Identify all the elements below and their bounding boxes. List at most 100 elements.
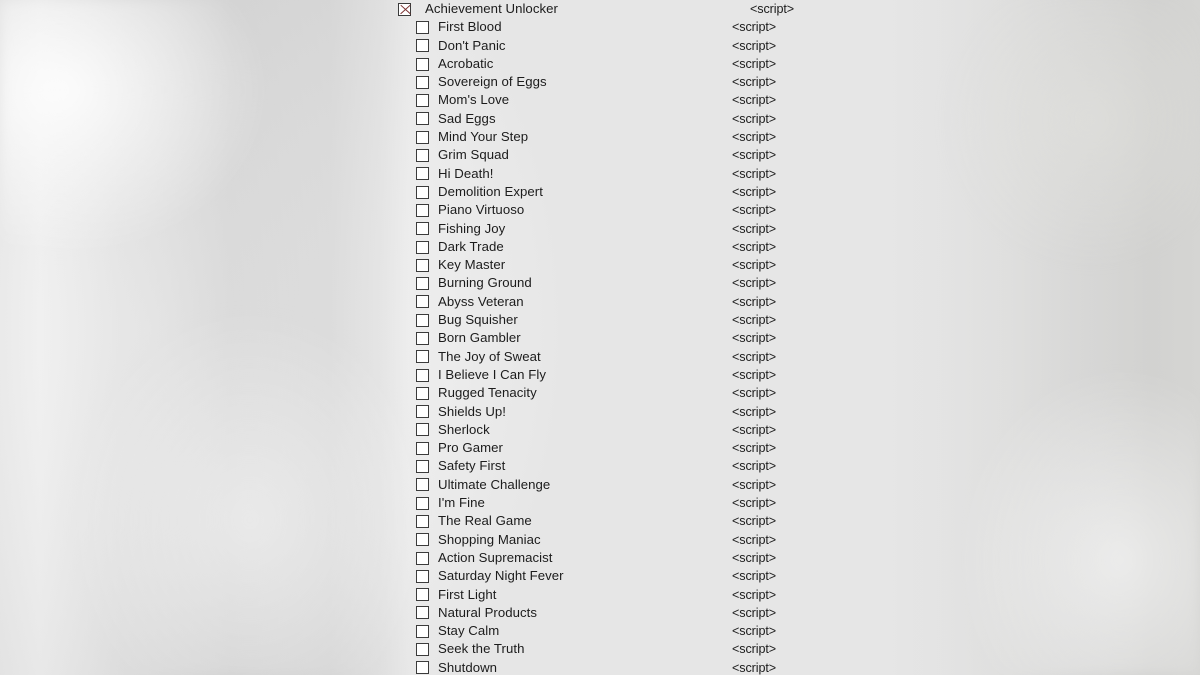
script-value[interactable]: <script> (732, 586, 776, 604)
tree-row-item[interactable]: The Real Game <script> (398, 512, 818, 530)
checkbox-unchecked-icon[interactable] (416, 258, 429, 272)
script-value[interactable]: <script> (732, 457, 776, 475)
tree-row-item[interactable]: Rugged Tenacity <script> (398, 384, 818, 402)
checkbox-unchecked-icon[interactable] (416, 643, 429, 657)
checkbox-unchecked-icon[interactable] (416, 57, 429, 71)
script-value[interactable]: <script> (732, 293, 776, 311)
script-value[interactable]: <script> (732, 274, 776, 292)
checkbox-unchecked-icon[interactable] (416, 313, 429, 327)
tree-row-item[interactable]: Mind Your Step <script> (398, 128, 818, 146)
tree-row-item[interactable]: The Joy of Sweat <script> (398, 348, 818, 366)
checkbox-unchecked-icon[interactable] (416, 331, 429, 345)
script-value[interactable]: <script> (732, 238, 776, 256)
script-value[interactable]: <script> (732, 604, 776, 622)
tree-row-item[interactable]: Abyss Veteran <script> (398, 293, 818, 311)
tree-row-item[interactable]: Acrobatic <script> (398, 55, 818, 73)
checkbox-unchecked-icon[interactable] (416, 39, 429, 53)
checkbox-unchecked-icon[interactable] (416, 661, 429, 675)
script-value[interactable]: <script> (732, 622, 776, 640)
tree-row-item[interactable]: Born Gambler <script> (398, 329, 818, 347)
tree-row-item[interactable]: Action Supremacist <script> (398, 549, 818, 567)
script-value[interactable]: <script> (732, 311, 776, 329)
checkbox-unchecked-icon[interactable] (416, 222, 429, 236)
checkbox-unchecked-icon[interactable] (416, 130, 429, 144)
checkbox-unchecked-icon[interactable] (416, 588, 429, 602)
checkbox-unchecked-icon[interactable] (416, 149, 429, 163)
script-value[interactable]: <script> (732, 91, 776, 109)
script-value[interactable]: <script> (732, 73, 776, 91)
checkbox-unchecked-icon[interactable] (416, 496, 429, 510)
checkbox-unchecked-icon[interactable] (416, 112, 429, 126)
tree-row-item[interactable]: Sovereign of Eggs <script> (398, 73, 818, 91)
tree-row-item[interactable]: Grim Squad <script> (398, 146, 818, 164)
tree-row-item[interactable]: I Believe I Can Fly <script> (398, 366, 818, 384)
checkbox-unchecked-icon[interactable] (416, 441, 429, 455)
checkbox-unchecked-icon[interactable] (416, 203, 429, 217)
tree-row-item[interactable]: Saturday Night Fever <script> (398, 567, 818, 585)
script-value[interactable]: <script> (732, 165, 776, 183)
script-value[interactable]: <script> (732, 201, 776, 219)
tree-row-item[interactable]: Dark Trade <script> (398, 238, 818, 256)
script-value[interactable]: <script> (732, 512, 776, 530)
checkbox-unchecked-icon[interactable] (416, 94, 429, 108)
checkbox-unchecked-icon[interactable] (416, 295, 429, 309)
tree-row-item[interactable]: Bug Squisher <script> (398, 311, 818, 329)
checkbox-unchecked-icon[interactable] (416, 75, 429, 89)
tree-row-item[interactable]: Mom's Love <script> (398, 91, 818, 109)
checkbox-unchecked-icon[interactable] (416, 606, 429, 620)
script-value[interactable]: <script> (732, 183, 776, 201)
script-value[interactable]: <script> (732, 403, 776, 421)
tree-row-item[interactable]: First Light <script> (398, 586, 818, 604)
script-value[interactable]: <script> (732, 256, 776, 274)
checkbox-unchecked-icon[interactable] (416, 350, 429, 364)
script-value[interactable]: <script> (732, 366, 776, 384)
tree-row-item[interactable]: Shutdown <script> (398, 659, 818, 675)
script-value[interactable]: <script> (732, 55, 776, 73)
tree-row-root[interactable]: Achievement Unlocker <script> (398, 0, 818, 18)
checkbox-unchecked-icon[interactable] (416, 405, 429, 419)
checkbox-unchecked-icon[interactable] (416, 551, 429, 565)
checkbox-unchecked-icon[interactable] (416, 185, 429, 199)
tree-row-item[interactable]: Sad Eggs <script> (398, 110, 818, 128)
tree-row-item[interactable]: Burning Ground <script> (398, 274, 818, 292)
tree-row-item[interactable]: First Blood <script> (398, 18, 818, 36)
script-value[interactable]: <script> (732, 640, 776, 658)
script-value[interactable]: <script> (732, 476, 776, 494)
script-value[interactable]: <script> (750, 0, 794, 18)
tree-row-item[interactable]: Stay Calm <script> (398, 622, 818, 640)
checkbox-unchecked-icon[interactable] (416, 240, 429, 254)
tree-row-item[interactable]: Demolition Expert <script> (398, 183, 818, 201)
script-value[interactable]: <script> (732, 18, 776, 36)
checkbox-unchecked-icon[interactable] (416, 368, 429, 382)
checkbox-unchecked-icon[interactable] (416, 20, 429, 34)
tree-row-item[interactable]: Seek the Truth <script> (398, 640, 818, 658)
script-value[interactable]: <script> (732, 128, 776, 146)
tree-row-item[interactable]: Ultimate Challenge <script> (398, 476, 818, 494)
script-value[interactable]: <script> (732, 494, 776, 512)
checkbox-unchecked-icon[interactable] (416, 386, 429, 400)
tree-row-item[interactable]: Hi Death! <script> (398, 165, 818, 183)
tree-row-item[interactable]: Shields Up! <script> (398, 403, 818, 421)
tree-row-item[interactable]: I'm Fine <script> (398, 494, 818, 512)
tree-row-item[interactable]: Pro Gamer <script> (398, 439, 818, 457)
script-value[interactable]: <script> (732, 146, 776, 164)
script-value[interactable]: <script> (732, 549, 776, 567)
tree-row-item[interactable]: Natural Products <script> (398, 604, 818, 622)
script-value[interactable]: <script> (732, 439, 776, 457)
checkbox-unchecked-icon[interactable] (416, 460, 429, 474)
script-value[interactable]: <script> (732, 348, 776, 366)
script-value[interactable]: <script> (732, 384, 776, 402)
script-value[interactable]: <script> (732, 37, 776, 55)
script-value[interactable]: <script> (732, 567, 776, 585)
tree-row-item[interactable]: Piano Virtuoso <script> (398, 201, 818, 219)
script-value[interactable]: <script> (732, 659, 776, 675)
tree-row-item[interactable]: Shopping Maniac <script> (398, 531, 818, 549)
checkbox-unchecked-icon[interactable] (416, 167, 429, 181)
script-value[interactable]: <script> (732, 531, 776, 549)
tree-row-item[interactable]: Don't Panic <script> (398, 37, 818, 55)
tree-row-item[interactable]: Key Master <script> (398, 256, 818, 274)
checkbox-unchecked-icon[interactable] (416, 277, 429, 291)
tree-row-item[interactable]: Fishing Joy <script> (398, 220, 818, 238)
tree-row-item[interactable]: Safety First <script> (398, 457, 818, 475)
checkbox-unchecked-icon[interactable] (416, 569, 429, 583)
